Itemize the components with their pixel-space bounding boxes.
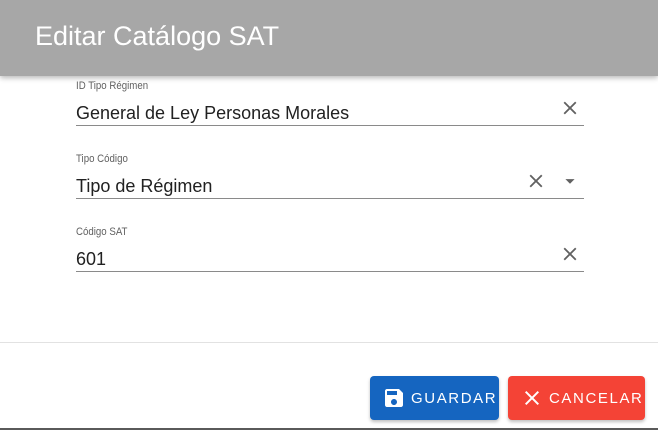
clear-icon[interactable] bbox=[525, 170, 547, 192]
dialog-title: Editar Catálogo SAT bbox=[35, 21, 280, 51]
field-codigo-sat[interactable]: Código SAT 601 bbox=[76, 226, 584, 276]
field-underline bbox=[76, 125, 584, 126]
clear-icon[interactable] bbox=[559, 97, 581, 119]
field-label: Código SAT bbox=[76, 226, 128, 238]
cancel-button[interactable]: CANCELAR bbox=[508, 376, 645, 420]
edit-catalog-dialog: Editar Catálogo SAT ID Tipo Régimen Gene… bbox=[0, 0, 658, 430]
field-tipo-codigo[interactable]: Tipo Código Tipo de Régimen bbox=[76, 153, 584, 203]
save-button-label: GUARDAR bbox=[411, 389, 498, 407]
field-label: Tipo Código bbox=[76, 153, 128, 165]
save-button[interactable]: GUARDAR bbox=[370, 376, 499, 420]
field-value[interactable]: 601 bbox=[76, 248, 106, 270]
dialog-header: Editar Catálogo SAT bbox=[0, 0, 658, 76]
caret-down-icon[interactable] bbox=[559, 170, 581, 192]
field-id-tipo-regimen[interactable]: ID Tipo Régimen General de Ley Personas … bbox=[76, 80, 584, 130]
field-underline bbox=[76, 271, 584, 272]
actions-divider bbox=[0, 342, 658, 343]
close-icon bbox=[525, 391, 539, 405]
field-underline bbox=[76, 198, 584, 199]
cancel-button-label: CANCELAR bbox=[549, 389, 644, 407]
field-label: ID Tipo Régimen bbox=[76, 80, 149, 92]
field-value[interactable]: Tipo de Régimen bbox=[76, 175, 212, 197]
clear-icon[interactable] bbox=[559, 243, 581, 265]
field-value[interactable]: General de Ley Personas Morales bbox=[76, 102, 349, 124]
floppy-disk-icon bbox=[385, 389, 403, 407]
